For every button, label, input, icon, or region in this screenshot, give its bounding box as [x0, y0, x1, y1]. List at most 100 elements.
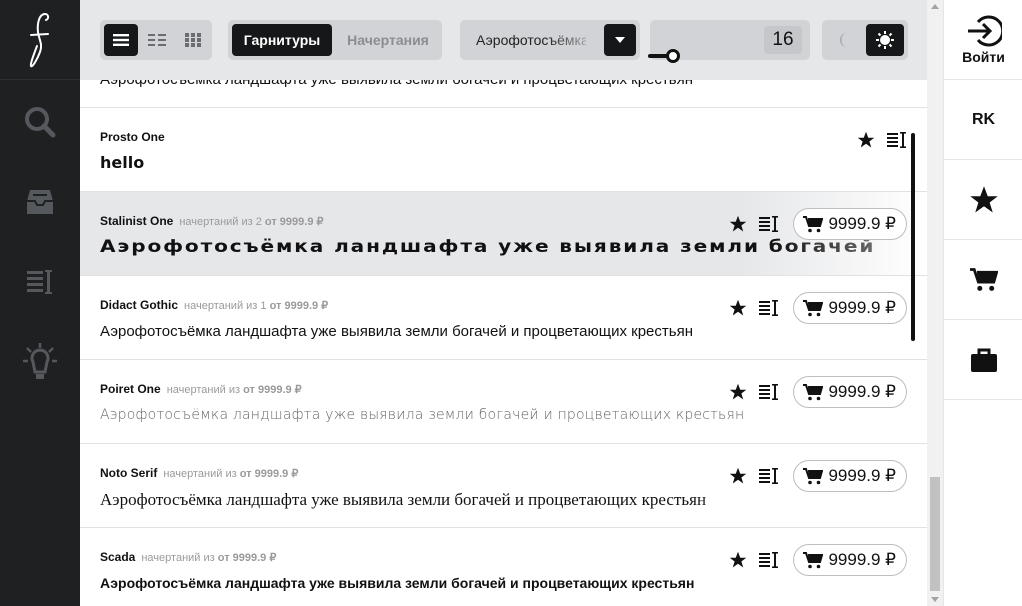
nav-text[interactable]	[0, 242, 80, 322]
language-button[interactable]: RK	[944, 80, 1022, 160]
font-sample: Аэрофотосъёмка ландшафта уже выявила зем…	[100, 323, 693, 340]
cart-icon	[803, 467, 824, 484]
cart-icon	[803, 215, 824, 232]
star-icon	[730, 383, 747, 400]
login-label: Войти	[962, 49, 1005, 65]
buy-button[interactable]: 9999.9 ₽	[793, 376, 907, 408]
tab-styles-label: Начертания	[347, 32, 429, 48]
font-sample: hello	[100, 153, 145, 172]
font-name: Poiret One начертаний из от 9999.9 ₽	[100, 382, 302, 396]
theme-toggle	[822, 20, 908, 60]
sample-dropdown-button[interactable]	[604, 24, 636, 56]
font-sample: Аэрофотосъёмка ландшафта уже выявила зем…	[100, 575, 695, 591]
compare-button[interactable]	[757, 212, 781, 236]
scroll-down-arrow[interactable]	[931, 597, 939, 602]
compare-button[interactable]	[757, 380, 781, 404]
buy-button[interactable]: 9999.9 ₽	[793, 544, 907, 576]
price-label: 9999.9 ₽	[828, 298, 896, 317]
favorite-button[interactable]	[726, 548, 750, 572]
font-sample: Аэрофотосъёмка ландшафта уже выявила зем…	[100, 490, 707, 509]
view-list-button[interactable]	[104, 24, 138, 56]
text-lines-icon	[759, 300, 779, 316]
light-theme-button[interactable]	[866, 24, 904, 56]
view-mode-group	[100, 20, 212, 60]
font-sample: Аэрофотосъёмка ландшафта уже выявила зем…	[100, 407, 745, 423]
font-row[interactable]: Noto Serif начертаний из от 9999.9 ₽ Аэро…	[80, 444, 927, 528]
font-meta: начертаний из 1 от 9999.9 ₽	[184, 300, 329, 312]
cart-button[interactable]	[944, 240, 1022, 320]
row-actions: 9999.9 ₽	[719, 376, 907, 408]
moon-icon	[840, 33, 847, 47]
sample-text-select[interactable]: Аэрофотосъёмка ла	[460, 20, 640, 60]
grid-view-icon	[185, 33, 201, 47]
dark-theme-button[interactable]	[826, 24, 864, 56]
font-row[interactable]: Stalinist One начертаний из 2 от 9999.9 ₽…	[80, 192, 927, 276]
font-name: Didact Gothic начертаний из 1 от 9999.9 ₽	[100, 298, 329, 312]
text-lines-icon	[759, 384, 779, 400]
font-row[interactable]: Poiret One начертаний из от 9999.9 ₽ Аэро…	[80, 360, 927, 444]
compare-button[interactable]	[757, 464, 781, 488]
nav-search[interactable]	[0, 82, 80, 162]
font-row[interactable]: Didact Gothic начертаний из 1 от 9999.9 ₽…	[80, 276, 927, 360]
favorite-button[interactable]	[726, 464, 750, 488]
font-row[interactable]: Аэрофотосъёмка ландшафта уже выявила зем…	[80, 80, 927, 108]
favorite-button[interactable]	[726, 212, 750, 236]
favorite-button[interactable]	[726, 296, 750, 320]
page-scrollbar[interactable]	[927, 0, 943, 606]
star-icon	[730, 467, 747, 484]
font-name: Stalinist One начертаний из 2 от 9999.9 ₽	[100, 214, 324, 228]
view-compact-button[interactable]	[140, 24, 174, 56]
star-icon	[730, 299, 747, 316]
purchases-button[interactable]	[944, 320, 1022, 400]
font-row[interactable]: Prosto One hello	[80, 108, 927, 192]
favorites-button[interactable]	[944, 160, 1022, 240]
text-lines-icon	[27, 270, 52, 294]
star-icon	[857, 131, 875, 148]
logo[interactable]	[0, 0, 80, 80]
favorite-button[interactable]	[726, 380, 750, 404]
login-button[interactable]: Войти	[944, 0, 1022, 80]
favorite-button[interactable]	[854, 128, 878, 152]
buy-button[interactable]: 9999.9 ₽	[793, 208, 907, 240]
font-meta: начертаний из от 9999.9 ₽	[166, 384, 302, 396]
compare-button[interactable]	[757, 548, 781, 572]
row-actions: 9999.9 ₽	[719, 544, 907, 576]
font-meta: начертаний из от 9999.9 ₽	[163, 468, 299, 480]
font-sample: Аэрофотосъёмка ландшафта уже выявила зем…	[100, 237, 876, 257]
tabs-group: Гарнитуры Начертания	[228, 20, 442, 60]
cart-icon	[969, 267, 998, 291]
search-icon	[25, 107, 56, 138]
briefcase-icon	[970, 348, 997, 372]
price-label: 9999.9 ₽	[828, 550, 896, 569]
nav-inbox[interactable]	[0, 162, 80, 242]
price-label: 9999.9 ₽	[828, 214, 896, 233]
cart-icon	[803, 383, 824, 400]
view-grid-button[interactable]	[176, 24, 210, 56]
font-name: Prosto One	[100, 130, 165, 144]
nav-ideas[interactable]	[0, 322, 80, 402]
font-meta: начертаний из 2 от 9999.9 ₽	[179, 216, 324, 228]
tab-typefaces[interactable]: Гарнитуры	[232, 24, 332, 56]
font-meta: начертаний из от 9999.9 ₽	[141, 552, 277, 564]
font-size-value-box[interactable]: 16	[764, 26, 802, 54]
compare-button[interactable]	[757, 296, 781, 320]
tab-styles[interactable]: Начертания	[336, 24, 440, 56]
text-lines-icon	[759, 468, 779, 484]
font-list: Аэрофотосъёмка ландшафта уже выявила зем…	[80, 80, 927, 606]
scroll-thumb[interactable]	[930, 477, 940, 591]
buy-button[interactable]: 9999.9 ₽	[793, 460, 907, 492]
font-size-value: 16	[772, 29, 794, 50]
compare-button[interactable]	[885, 128, 909, 152]
buy-button[interactable]: 9999.9 ₽	[793, 292, 907, 324]
sun-icon	[876, 31, 894, 49]
font-size-slider-handle[interactable]	[666, 49, 680, 63]
row-actions: 9999.9 ₽	[719, 460, 907, 492]
font-row[interactable]: Scada начертаний из от 9999.9 ₽ Аэрофотос…	[80, 528, 927, 606]
login-icon	[967, 15, 1002, 47]
scroll-up-arrow[interactable]	[931, 4, 939, 9]
row-actions: 9999.9 ₽	[719, 208, 907, 240]
calligraphy-f-logo	[29, 12, 50, 67]
list-scroll-indicator[interactable]	[911, 133, 915, 341]
lightbulb-icon	[23, 343, 57, 379]
font-name: Scada начертаний из от 9999.9 ₽	[100, 550, 277, 564]
